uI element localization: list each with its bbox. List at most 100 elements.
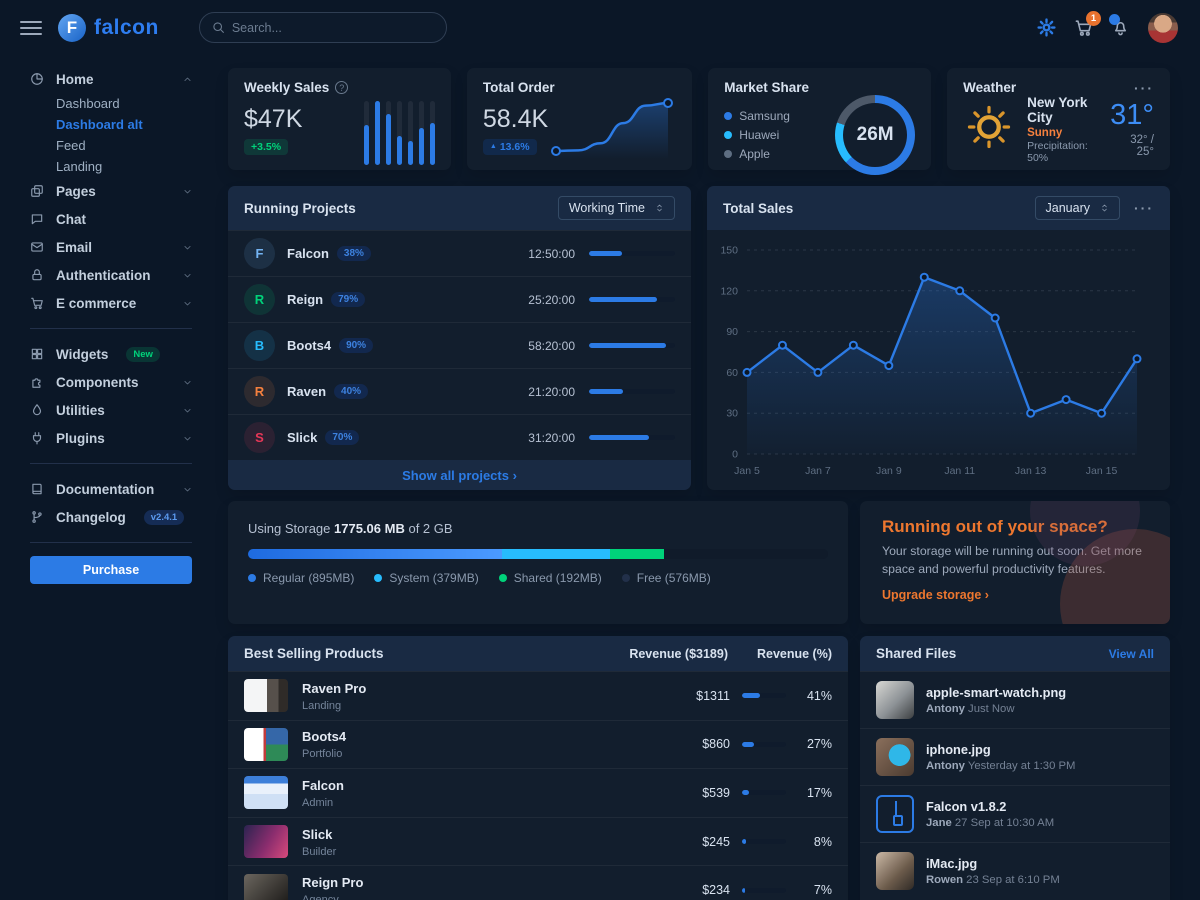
shared-files-title: Shared Files (876, 646, 956, 661)
file-thumbnail (876, 738, 914, 776)
sort-arrows-icon (655, 202, 664, 214)
sidebar-item-authentication[interactable]: Authentication (30, 261, 192, 289)
project-name-link[interactable]: Slick (287, 430, 317, 445)
sidebar-item-home[interactable]: Home (30, 65, 192, 93)
weather-temp: 31° (1110, 101, 1154, 130)
project-time: 25:20:00 (528, 293, 575, 307)
help-question-icon[interactable]: ? (335, 81, 348, 94)
storage-total: of 2 GB (408, 521, 452, 536)
chat-icon (30, 212, 46, 226)
file-name-link[interactable]: apple-smart-watch.png (926, 685, 1066, 700)
month-select[interactable]: January (1035, 196, 1120, 220)
project-row: S Slick 70% 31:20:00 (228, 414, 691, 460)
product-thumbnail (244, 825, 288, 858)
weekly-sales-value: $47K (244, 105, 302, 134)
sidebar-item-widgets[interactable]: Widgets New (30, 340, 192, 368)
product-progress-bar (742, 693, 786, 698)
sidebar-item-utilities[interactable]: Utilities (30, 396, 192, 424)
file-name-link[interactable]: iMac.jpg (926, 856, 1060, 871)
envelope-icon (30, 240, 46, 254)
file-name-link[interactable]: Falcon v1.8.2 (926, 799, 1054, 814)
storage-legend-item: Regular (895MB) (248, 571, 354, 585)
chevron-down-icon (183, 243, 192, 252)
drop-icon (30, 403, 46, 417)
upgrade-storage-link[interactable]: Upgrade storage › (882, 588, 989, 602)
product-category: Builder (302, 846, 336, 858)
code-branch-icon (30, 510, 46, 524)
cart-count-badge: 1 (1086, 11, 1101, 26)
view-all-link[interactable]: View All (1109, 647, 1154, 661)
caret-up-icon: ▲ (490, 143, 497, 150)
file-meta: Jane 27 Sep at 10:30 AM (926, 817, 1054, 829)
product-name-link[interactable]: Reign Pro (302, 875, 363, 890)
svg-text:90: 90 (726, 326, 738, 338)
total-sales-title: Total Sales (723, 201, 793, 216)
product-category: Agency (302, 894, 363, 900)
file-thumbnail (876, 681, 914, 719)
sidebar-item-chat[interactable]: Chat (30, 205, 192, 233)
sidebar-item-changelog[interactable]: Changelog v2.4.1 (30, 503, 192, 531)
version-badge: v2.4.1 (144, 510, 184, 525)
product-row: Slick Builder $245 8% (228, 817, 848, 866)
shared-files-card: Shared Files View All apple-smart-watch.… (860, 636, 1170, 900)
show-all-projects-link[interactable]: Show all projects › (402, 468, 517, 483)
file-name-link[interactable]: iphone.jpg (926, 742, 1075, 757)
sidebar-item-feed[interactable]: Feed (30, 135, 192, 156)
sidebar-item-dashboard[interactable]: Dashboard (30, 93, 192, 114)
logo[interactable]: F falcon (58, 14, 159, 42)
more-options-icon[interactable]: ··· (1134, 85, 1154, 91)
project-name-link[interactable]: Falcon (287, 246, 329, 261)
notifications-bell-icon[interactable] (1111, 18, 1130, 37)
search-input[interactable] (232, 21, 434, 35)
revenue-percent-column-header: Revenue (%) (728, 647, 832, 661)
product-category: Admin (302, 797, 344, 809)
storage-used: 1775.06 MB (334, 521, 405, 536)
menu-toggle-button[interactable] (20, 19, 42, 37)
project-name-link[interactable]: Boots4 (287, 338, 331, 353)
product-name-link[interactable]: Raven Pro (302, 681, 366, 696)
sidebar-item-plugins[interactable]: Plugins (30, 424, 192, 452)
cart-icon[interactable]: 1 (1074, 18, 1093, 37)
product-percent: 41% (798, 689, 832, 703)
product-percent: 8% (798, 835, 832, 849)
project-name-link[interactable]: Raven (287, 384, 326, 399)
lock-icon (30, 268, 46, 282)
user-avatar[interactable] (1148, 13, 1178, 43)
svg-text:Jan 5: Jan 5 (734, 465, 760, 477)
svg-text:150: 150 (720, 245, 738, 257)
sidebar-item-components[interactable]: Components (30, 368, 192, 396)
project-name-link[interactable]: Reign (287, 292, 323, 307)
product-percent: 27% (798, 737, 832, 751)
legend-dot (724, 150, 732, 158)
product-progress-bar (742, 790, 786, 795)
purchase-button[interactable]: Purchase (30, 556, 192, 584)
more-options-icon[interactable]: ··· (1134, 205, 1154, 211)
file-meta: Antony Just Now (926, 703, 1066, 715)
search-box[interactable] (199, 12, 447, 43)
sidebar-divider (30, 542, 192, 543)
shopping-cart-icon (30, 296, 46, 310)
settings-gear-icon[interactable] (1037, 18, 1056, 37)
file-row: iphone.jpg Antony Yesterday at 1:30 PM (860, 728, 1170, 785)
product-row: Boots4 Portfolio $860 27% (228, 720, 848, 769)
project-percent-badge: 90% (339, 338, 373, 353)
product-name-link[interactable]: Boots4 (302, 729, 346, 744)
sidebar-item-dashboard-alt[interactable]: Dashboard alt (30, 114, 192, 135)
upgrade-title: Running out of your space? (882, 517, 1148, 537)
sidebar-item-documentation[interactable]: Documentation (30, 475, 192, 503)
storage-legend-item: Shared (192MB) (499, 571, 602, 585)
working-time-select[interactable]: Working Time (558, 196, 675, 220)
project-avatar: R (244, 376, 275, 407)
legend-dot (374, 574, 382, 582)
market-share-legend: Samsung Huawei Apple (724, 109, 790, 161)
total-order-badge: ▲ 13.6% (483, 139, 537, 155)
sidebar-item-email[interactable]: Email (30, 233, 192, 261)
best-selling-card: Best Selling Products Revenue ($3189) Re… (228, 636, 848, 900)
sidebar-item-landing[interactable]: Landing (30, 156, 192, 177)
sidebar-item-ecommerce[interactable]: E commerce (30, 289, 192, 317)
running-projects-card: Running Projects Working Time F Falcon 3… (228, 186, 691, 490)
product-name-link[interactable]: Falcon (302, 778, 344, 793)
product-name-link[interactable]: Slick (302, 827, 332, 842)
sidebar-item-pages[interactable]: Pages (30, 177, 192, 205)
product-progress-bar (742, 839, 786, 844)
